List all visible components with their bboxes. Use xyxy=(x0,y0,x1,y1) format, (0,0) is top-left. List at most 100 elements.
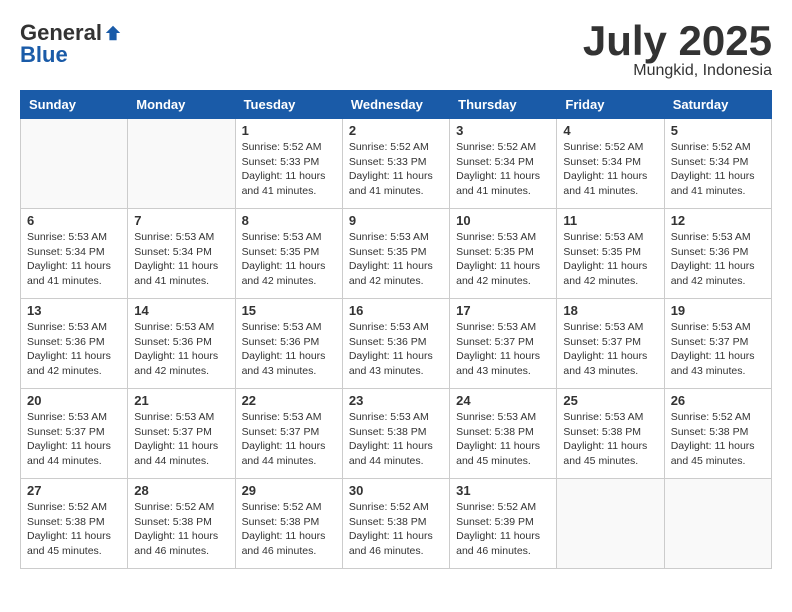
day-info: Sunrise: 5:52 AMSunset: 5:39 PMDaylight:… xyxy=(456,500,550,559)
logo-icon xyxy=(104,24,122,42)
day-number: 3 xyxy=(456,123,550,138)
calendar-week-row: 20 Sunrise: 5:53 AMSunset: 5:37 PMDayligh… xyxy=(21,389,772,479)
calendar-cell: 16 Sunrise: 5:53 AMSunset: 5:36 PMDayligh… xyxy=(342,299,449,389)
calendar-cell: 27Sunrise: 5:52 AMSunset: 5:38 PMDayligh… xyxy=(21,479,128,569)
calendar-cell: 13Sunrise: 5:53 AMSunset: 5:36 PMDayligh… xyxy=(21,299,128,389)
calendar-cell xyxy=(664,479,771,569)
day-number: 15 xyxy=(242,303,336,318)
month-title: July 2025 xyxy=(583,20,772,62)
day-info: Sunrise: 5:53 AMSunset: 5:37 PMDaylight:… xyxy=(242,410,336,469)
day-number: 8 xyxy=(242,213,336,228)
day-number: 21 xyxy=(134,393,228,408)
location: Mungkid, Indonesia xyxy=(583,62,772,80)
weekday-header: Tuesday xyxy=(235,91,342,119)
day-info: Sunrise: 5:52 AMSunset: 5:38 PMDaylight:… xyxy=(671,410,765,469)
day-info: Sunrise: 5:53 AMSunset: 5:35 PMDaylight:… xyxy=(349,230,443,289)
day-info: Sunrise: 5:53 AMSunset: 5:35 PMDaylight:… xyxy=(563,230,657,289)
calendar-cell: 10 Sunrise: 5:53 AMSunset: 5:35 PMDayligh… xyxy=(450,209,557,299)
day-number: 12 xyxy=(671,213,765,228)
day-number: 20 xyxy=(27,393,121,408)
day-info: Sunrise: 5:53 AMSunset: 5:37 PMDaylight:… xyxy=(671,320,765,379)
day-number: 23 xyxy=(349,393,443,408)
weekday-header: Friday xyxy=(557,91,664,119)
day-number: 9 xyxy=(349,213,443,228)
day-info: Sunrise: 5:53 AMSunset: 5:35 PMDaylight:… xyxy=(242,230,336,289)
calendar-cell: 5 Sunrise: 5:52 AMSunset: 5:34 PMDaylight… xyxy=(664,119,771,209)
calendar-cell: 7 Sunrise: 5:53 AMSunset: 5:34 PMDaylight… xyxy=(128,209,235,299)
calendar-cell: 30Sunrise: 5:52 AMSunset: 5:38 PMDayligh… xyxy=(342,479,449,569)
day-number: 5 xyxy=(671,123,765,138)
day-info: Sunrise: 5:53 AMSunset: 5:37 PMDaylight:… xyxy=(563,320,657,379)
day-info: Sunrise: 5:53 AMSunset: 5:36 PMDaylight:… xyxy=(242,320,336,379)
calendar-cell: 1 Sunrise: 5:52 AMSunset: 5:33 PMDaylight… xyxy=(235,119,342,209)
calendar-week-row: 6 Sunrise: 5:53 AMSunset: 5:34 PMDaylight… xyxy=(21,209,772,299)
day-info: Sunrise: 5:52 AMSunset: 5:38 PMDaylight:… xyxy=(349,500,443,559)
day-number: 24 xyxy=(456,393,550,408)
day-number: 11 xyxy=(563,213,657,228)
logo-blue: Blue xyxy=(20,42,68,68)
day-number: 7 xyxy=(134,213,228,228)
calendar-cell: 29 Sunrise: 5:52 AMSunset: 5:38 PMDayligh… xyxy=(235,479,342,569)
day-number: 1 xyxy=(242,123,336,138)
day-info: Sunrise: 5:52 AMSunset: 5:38 PMDaylight:… xyxy=(134,500,228,559)
day-number: 19 xyxy=(671,303,765,318)
calendar-week-row: 13 Sunrise: 5:53 AMSunset: 5:36 PMDayligh… xyxy=(21,299,772,389)
weekday-header: Monday xyxy=(128,91,235,119)
day-number: 22 xyxy=(242,393,336,408)
day-info: Sunrise: 5:53 AMSunset: 5:38 PMDaylight:… xyxy=(563,410,657,469)
logo: General Blue xyxy=(20,20,122,68)
day-info: Sunrise: 5:53 AMSunset: 5:35 PMDaylight:… xyxy=(456,230,550,289)
calendar-header-row: SundayMondayTuesdayWednesdayThursdayFrid… xyxy=(21,91,772,119)
day-number: 10 xyxy=(456,213,550,228)
weekday-header: Wednesday xyxy=(342,91,449,119)
day-number: 6 xyxy=(27,213,121,228)
day-number: 28 xyxy=(134,483,228,498)
day-info: Sunrise: 5:53 AMSunset: 5:34 PMDaylight:… xyxy=(134,230,228,289)
calendar-cell: 11 Sunrise: 5:53 AMSunset: 5:35 PMDayligh… xyxy=(557,209,664,299)
day-info: Sunrise: 5:53 AMSunset: 5:37 PMDaylight:… xyxy=(456,320,550,379)
day-info: Sunrise: 5:53 AMSunset: 5:37 PMDaylight:… xyxy=(27,410,121,469)
day-number: 14 xyxy=(134,303,228,318)
day-info: Sunrise: 5:52 AMSunset: 5:34 PMDaylight:… xyxy=(456,140,550,199)
day-info: Sunrise: 5:53 AMSunset: 5:38 PMDaylight:… xyxy=(456,410,550,469)
day-info: Sunrise: 5:53 AMSunset: 5:37 PMDaylight:… xyxy=(134,410,228,469)
day-info: Sunrise: 5:52 AMSunset: 5:34 PMDaylight:… xyxy=(563,140,657,199)
calendar-cell: 4 Sunrise: 5:52 AMSunset: 5:34 PMDaylight… xyxy=(557,119,664,209)
day-number: 25 xyxy=(563,393,657,408)
day-number: 31 xyxy=(456,483,550,498)
calendar-cell: 22 Sunrise: 5:53 AMSunset: 5:37 PMDayligh… xyxy=(235,389,342,479)
calendar-cell: 21 Sunrise: 5:53 AMSunset: 5:37 PMDayligh… xyxy=(128,389,235,479)
day-number: 13 xyxy=(27,303,121,318)
day-number: 4 xyxy=(563,123,657,138)
day-number: 16 xyxy=(349,303,443,318)
day-info: Sunrise: 5:53 AMSunset: 5:36 PMDaylight:… xyxy=(134,320,228,379)
calendar-week-row: 27Sunrise: 5:52 AMSunset: 5:38 PMDayligh… xyxy=(21,479,772,569)
calendar-cell: 6 Sunrise: 5:53 AMSunset: 5:34 PMDaylight… xyxy=(21,209,128,299)
calendar-cell: 9 Sunrise: 5:53 AMSunset: 5:35 PMDaylight… xyxy=(342,209,449,299)
day-number: 18 xyxy=(563,303,657,318)
calendar-cell: 3 Sunrise: 5:52 AMSunset: 5:34 PMDaylight… xyxy=(450,119,557,209)
calendar-cell: 12Sunrise: 5:53 AMSunset: 5:36 PMDayligh… xyxy=(664,209,771,299)
day-info: Sunrise: 5:52 AMSunset: 5:33 PMDaylight:… xyxy=(242,140,336,199)
day-info: Sunrise: 5:53 AMSunset: 5:38 PMDaylight:… xyxy=(349,410,443,469)
calendar-week-row: 1 Sunrise: 5:52 AMSunset: 5:33 PMDaylight… xyxy=(21,119,772,209)
weekday-header: Sunday xyxy=(21,91,128,119)
calendar-table: SundayMondayTuesdayWednesdayThursdayFrid… xyxy=(20,90,772,569)
calendar-cell: 25 Sunrise: 5:53 AMSunset: 5:38 PMDayligh… xyxy=(557,389,664,479)
calendar-cell: 20 Sunrise: 5:53 AMSunset: 5:37 PMDayligh… xyxy=(21,389,128,479)
calendar-cell: 19 Sunrise: 5:53 AMSunset: 5:37 PMDayligh… xyxy=(664,299,771,389)
day-number: 2 xyxy=(349,123,443,138)
day-info: Sunrise: 5:52 AMSunset: 5:33 PMDaylight:… xyxy=(349,140,443,199)
title-block: July 2025 Mungkid, Indonesia xyxy=(583,20,772,80)
calendar-cell: 8 Sunrise: 5:53 AMSunset: 5:35 PMDaylight… xyxy=(235,209,342,299)
day-info: Sunrise: 5:53 AMSunset: 5:36 PMDaylight:… xyxy=(349,320,443,379)
day-number: 29 xyxy=(242,483,336,498)
calendar-cell xyxy=(128,119,235,209)
day-info: Sunrise: 5:52 AMSunset: 5:34 PMDaylight:… xyxy=(671,140,765,199)
day-info: Sunrise: 5:52 AMSunset: 5:38 PMDaylight:… xyxy=(242,500,336,559)
day-info: Sunrise: 5:53 AMSunset: 5:34 PMDaylight:… xyxy=(27,230,121,289)
calendar-cell xyxy=(557,479,664,569)
calendar-cell: 14 Sunrise: 5:53 AMSunset: 5:36 PMDayligh… xyxy=(128,299,235,389)
page-header: General Blue July 2025 Mungkid, Indonesi… xyxy=(20,20,772,80)
weekday-header: Saturday xyxy=(664,91,771,119)
